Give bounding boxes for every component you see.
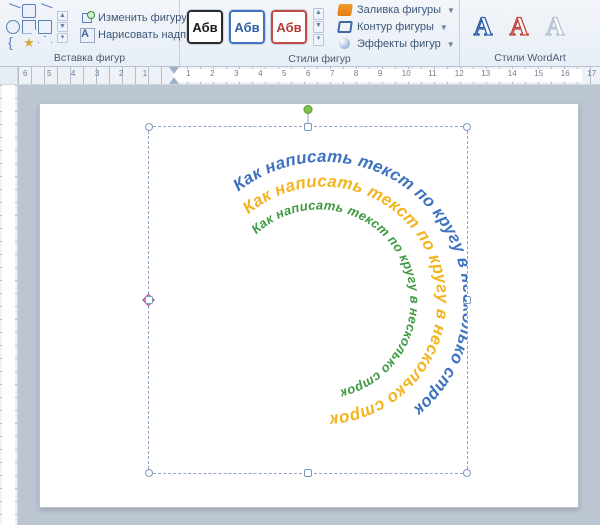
svg-text:Как написать текст по кругу в: Как написать текст по кругу в несколько …: [248, 197, 422, 401]
shape-outline-label: Контур фигуры: [357, 21, 434, 33]
dropdown-caret-icon: ▼: [440, 23, 448, 32]
dropdown-caret-icon: ▼: [447, 40, 455, 49]
workspace: Как написать текст по кругу в несколько …: [0, 85, 600, 525]
vertical-ruler[interactable]: [0, 85, 18, 525]
ruler-corner: [0, 67, 18, 84]
styles-more-button[interactable]: ▾: [313, 34, 324, 46]
ruler-numbers: 6543211234567891011121314151617181920212…: [18, 69, 600, 78]
shape-style-swatch-2[interactable]: Абв: [228, 9, 266, 45]
document-canvas[interactable]: Как написать текст по кругу в несколько …: [18, 85, 600, 525]
horizontal-ruler[interactable]: 6543211234567891011121314151617181920212…: [0, 67, 600, 85]
rotate-handle[interactable]: [304, 105, 313, 114]
wordart-swatch-3[interactable]: A: [538, 10, 572, 44]
circular-text-inner: Как написать текст по кругу в несколько …: [248, 197, 422, 401]
textbox-icon: [80, 28, 94, 42]
shape-line-icon[interactable]: [6, 4, 20, 18]
group-insert-shapes: ★ ▲ ▼ ▾ Изменить фигуру ▼ Нарисовать над…: [0, 0, 180, 66]
shape-fill-label: Заливка фигуры: [357, 4, 441, 16]
first-line-indent-marker[interactable]: [169, 67, 179, 74]
ribbon: ★ ▲ ▼ ▾ Изменить фигуру ▼ Нарисовать над…: [0, 0, 600, 67]
shape-effects-button[interactable]: Эффекты фигур ▼: [334, 36, 458, 52]
wordart-selection-box[interactable]: Как написать текст по кругу в несколько …: [148, 126, 468, 474]
shape-outline-button[interactable]: Контур фигуры ▼: [334, 19, 458, 35]
shape-diamond-icon[interactable]: [38, 36, 52, 50]
scroll-down-button[interactable]: ▼: [57, 22, 68, 32]
shape-star-icon[interactable]: ★: [22, 36, 36, 50]
wordart-swatch-1[interactable]: A: [466, 10, 500, 44]
scroll-up-button[interactable]: ▲: [57, 11, 68, 21]
shape-effects-label: Эффекты фигур: [357, 38, 441, 50]
gallery-scroll: ▲ ▼ ▾: [57, 11, 68, 43]
shape-style-swatch-3[interactable]: Абв: [270, 9, 308, 45]
styles-up-button[interactable]: ▲: [313, 8, 324, 20]
group-wordart: A A A Стили WordArt: [460, 0, 600, 66]
group-label-styles: Стили фигур: [186, 52, 453, 67]
shape-rect-icon[interactable]: [22, 4, 36, 18]
fill-icon: [337, 3, 353, 17]
shapes-gallery[interactable]: ★: [6, 4, 52, 50]
shape-style-swatch-1[interactable]: Абв: [186, 9, 224, 45]
hanging-indent-marker[interactable]: [169, 77, 179, 84]
shape-brace-icon[interactable]: [6, 36, 20, 50]
group-label-wordart: Стили WordArt: [466, 51, 594, 66]
shape-arrow-icon[interactable]: [38, 4, 52, 18]
shape-callout-icon[interactable]: [22, 20, 36, 34]
shape-fill-button[interactable]: Заливка фигуры ▼: [334, 2, 458, 18]
outline-icon: [337, 20, 353, 34]
shape-roundrect-icon[interactable]: [38, 20, 52, 34]
wordart-swatch-2[interactable]: A: [502, 10, 536, 44]
shape-ellipse-icon[interactable]: [6, 20, 20, 34]
dropdown-caret-icon: ▼: [447, 6, 455, 15]
group-label-insert: Вставка фигур: [6, 51, 173, 66]
styles-down-button[interactable]: ▼: [313, 21, 324, 33]
styles-scroll: ▲ ▼ ▾: [313, 8, 324, 46]
group-shape-styles: Абв Абв Абв ▲ ▼ ▾ Заливка фигуры ▼ Конту…: [180, 0, 460, 66]
gallery-more-button[interactable]: ▾: [57, 33, 68, 43]
edit-shape-label: Изменить фигуру: [98, 12, 187, 24]
page[interactable]: Как написать текст по кругу в несколько …: [39, 103, 579, 508]
wordart-object[interactable]: Как написать текст по кругу в несколько …: [149, 127, 467, 473]
effects-icon: [337, 37, 353, 51]
edit-shape-icon: [80, 11, 94, 25]
